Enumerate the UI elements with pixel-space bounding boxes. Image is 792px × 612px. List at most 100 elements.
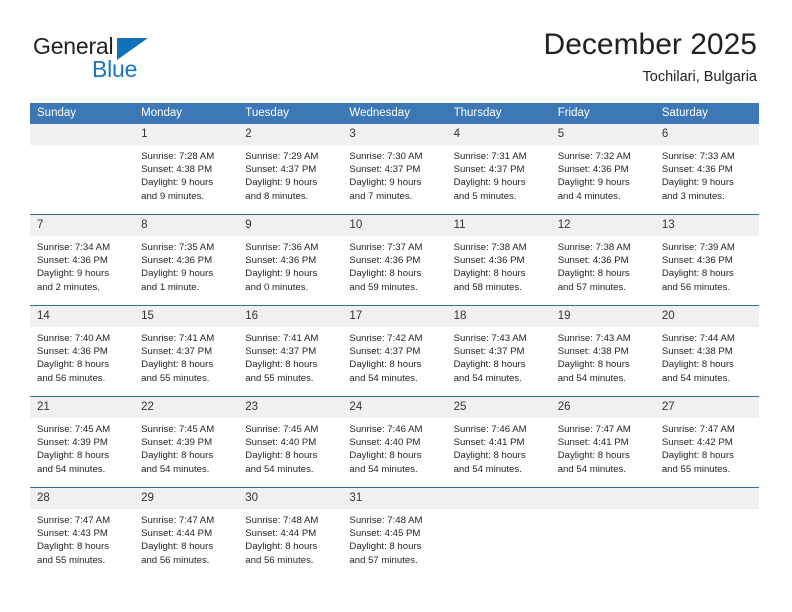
day-cell-body: Sunrise: 7:45 AM Sunset: 4:39 PM Daylight:… [134,418,238,476]
calendar-day-cell[interactable]: 7 Sunrise: 7:34 AM Sunset: 4:36 PM Daylight… [30,214,135,306]
daylight-text-line1: Daylight: 9 hours [661,177,734,189]
calendar-day-cell[interactable]: 17 Sunrise: 7:42 AM Sunset: 4:37 PM Dayligh… [342,305,447,397]
daylight-text-line2: and 54 minutes. [557,372,626,384]
daylight-text-line2: and 54 minutes. [661,372,731,384]
calendar-day-cell[interactable]: 5 Sunrise: 7:32 AM Sunset: 4:36 PM Daylight… [550,124,655,215]
weekday-header-tuesday: Tuesday [238,103,343,124]
day-number: 3 [342,124,447,145]
daylight-text-line2: and 54 minutes. [349,463,418,475]
sunrise-text: Sunrise: 7:41 AM [141,333,215,344]
day-cell-body: Sunrise: 7:47 AM Sunset: 4:44 PM Daylight:… [134,509,238,567]
calendar-day-cell[interactable]: 30 Sunrise: 7:48 AM Sunset: 4:44 PM Dayligh… [238,487,343,578]
day-cell-inner: 20 Sunrise: 7:44 AM Sunset: 4:38 PM Dayligh… [654,306,759,396]
day-cell-inner [550,488,655,578]
sunrise-text: Sunrise: 7:39 AM [661,242,735,253]
sunset-text: Sunset: 4:37 PM [141,346,213,358]
daylight-text-line2: and 54 minutes. [453,372,522,384]
day-cell-inner [446,488,551,578]
calendar-day-cell[interactable]: 10 Sunrise: 7:37 AM Sunset: 4:36 PM Dayligh… [342,214,447,306]
sunset-text: Sunset: 4:36 PM [141,255,213,267]
calendar-day-cell[interactable]: 26 Sunrise: 7:47 AM Sunset: 4:41 PM Dayligh… [550,396,655,488]
calendar-day-cell[interactable]: 31 Sunrise: 7:48 AM Sunset: 4:45 PM Dayligh… [342,487,447,578]
general-blue-logo[interactable]: General Blue [33,33,213,85]
sunset-text: Sunset: 4:37 PM [245,346,317,358]
calendar-day-cell[interactable]: 15 Sunrise: 7:41 AM Sunset: 4:37 PM Dayligh… [134,305,239,397]
sunrise-text: Sunrise: 7:41 AM [245,333,319,344]
calendar-day-cell[interactable]: 2 Sunrise: 7:29 AM Sunset: 4:37 PM Daylight… [238,124,343,215]
day-cell-body: Sunrise: 7:34 AM Sunset: 4:36 PM Daylight:… [30,236,134,294]
calendar-day-cell[interactable]: 25 Sunrise: 7:46 AM Sunset: 4:41 PM Dayligh… [446,396,551,488]
day-number: 16 [238,306,343,327]
daylight-text-line1: Daylight: 8 hours [453,450,526,462]
calendar-day-cell[interactable]: 11 Sunrise: 7:38 AM Sunset: 4:36 PM Dayligh… [446,214,551,306]
sunrise-text: Sunrise: 7:42 AM [349,333,423,344]
day-number: 2 [238,124,343,145]
calendar-day-cell[interactable]: 18 Sunrise: 7:43 AM Sunset: 4:37 PM Dayligh… [446,305,551,397]
calendar-week-row: 7 Sunrise: 7:34 AM Sunset: 4:36 PM Daylight… [30,214,759,306]
day-cell-body: Sunrise: 7:31 AM Sunset: 4:37 PM Daylight:… [447,145,551,203]
day-cell-body: Sunrise: 7:47 AM Sunset: 4:43 PM Daylight:… [30,509,134,567]
sunset-text: Sunset: 4:36 PM [453,255,525,267]
calendar-day-cell[interactable]: 4 Sunrise: 7:31 AM Sunset: 4:37 PM Daylight… [446,124,551,215]
calendar-day-cell[interactable]: 29 Sunrise: 7:47 AM Sunset: 4:44 PM Dayligh… [134,487,239,578]
calendar-day-cell-empty [654,487,759,578]
calendar-day-cell[interactable]: 8 Sunrise: 7:35 AM Sunset: 4:36 PM Daylight… [134,214,239,306]
daylight-text-line2: and 57 minutes. [349,554,418,566]
calendar-day-cell[interactable]: 21 Sunrise: 7:45 AM Sunset: 4:39 PM Dayligh… [30,396,135,488]
day-number: 6 [654,124,759,145]
sunset-text: Sunset: 4:38 PM [661,346,733,358]
calendar-day-cell[interactable]: 13 Sunrise: 7:39 AM Sunset: 4:36 PM Dayligh… [654,214,759,306]
calendar-day-cell[interactable]: 9 Sunrise: 7:36 AM Sunset: 4:36 PM Daylight… [238,214,343,306]
day-cell-inner: 29 Sunrise: 7:47 AM Sunset: 4:44 PM Dayligh… [134,488,239,578]
daylight-text-line2: and 54 minutes. [245,463,314,475]
day-number: 20 [654,306,759,327]
day-cell-inner: 11 Sunrise: 7:38 AM Sunset: 4:36 PM Dayligh… [446,215,551,305]
calendar-day-cell-empty [30,124,135,215]
sunrise-text: Sunrise: 7:46 AM [453,424,527,435]
calendar-day-cell[interactable]: 27 Sunrise: 7:47 AM Sunset: 4:42 PM Dayligh… [654,396,759,488]
day-cell-inner: 26 Sunrise: 7:47 AM Sunset: 4:41 PM Dayligh… [550,397,655,487]
sunrise-text: Sunrise: 7:30 AM [349,151,423,162]
day-number: 9 [238,215,343,236]
weekday-header-friday: Friday [550,103,655,124]
calendar-day-cell[interactable]: 24 Sunrise: 7:46 AM Sunset: 4:40 PM Dayligh… [342,396,447,488]
calendar-day-cell[interactable]: 14 Sunrise: 7:40 AM Sunset: 4:36 PM Dayligh… [30,305,135,397]
daylight-text-line1: Daylight: 8 hours [557,450,630,462]
day-cell-body: Sunrise: 7:48 AM Sunset: 4:45 PM Daylight:… [342,509,446,567]
day-cell-body: Sunrise: 7:41 AM Sunset: 4:37 PM Daylight:… [238,327,342,385]
calendar-day-cell[interactable]: 28 Sunrise: 7:47 AM Sunset: 4:43 PM Dayligh… [30,487,135,578]
sunset-text: Sunset: 4:37 PM [245,164,317,176]
sunset-text: Sunset: 4:36 PM [661,255,733,267]
weekday-header-monday: Monday [134,103,239,124]
calendar-day-cell[interactable]: 20 Sunrise: 7:44 AM Sunset: 4:38 PM Dayligh… [654,305,759,397]
sunset-text: Sunset: 4:36 PM [661,164,733,176]
day-cell-inner: 31 Sunrise: 7:48 AM Sunset: 4:45 PM Dayligh… [342,488,447,578]
sunrise-text: Sunrise: 7:31 AM [453,151,527,162]
calendar-day-cell[interactable]: 3 Sunrise: 7:30 AM Sunset: 4:37 PM Daylight… [342,124,447,215]
day-cell-inner: 10 Sunrise: 7:37 AM Sunset: 4:36 PM Dayligh… [342,215,447,305]
sunset-text: Sunset: 4:36 PM [37,255,108,267]
calendar-day-cell[interactable]: 23 Sunrise: 7:45 AM Sunset: 4:40 PM Dayligh… [238,396,343,488]
day-cell-inner: 13 Sunrise: 7:39 AM Sunset: 4:36 PM Dayligh… [654,215,759,305]
day-cell-inner: 15 Sunrise: 7:41 AM Sunset: 4:37 PM Dayligh… [134,306,239,396]
sunset-text: Sunset: 4:36 PM [245,255,317,267]
sunset-text: Sunset: 4:38 PM [141,164,213,176]
day-number: 19 [550,306,655,327]
calendar-day-cell[interactable]: 1 Sunrise: 7:28 AM Sunset: 4:38 PM Daylight… [134,124,239,215]
day-cell-inner: 30 Sunrise: 7:48 AM Sunset: 4:44 PM Dayligh… [238,488,343,578]
calendar-day-cell[interactable]: 16 Sunrise: 7:41 AM Sunset: 4:37 PM Dayligh… [238,305,343,397]
day-cell-inner: 3 Sunrise: 7:30 AM Sunset: 4:37 PM Daylight… [342,124,447,214]
sunset-text: Sunset: 4:36 PM [349,255,421,267]
sunset-text: Sunset: 4:36 PM [37,346,108,358]
day-cell-body: Sunrise: 7:48 AM Sunset: 4:44 PM Daylight:… [238,509,342,567]
calendar-day-cell[interactable]: 22 Sunrise: 7:45 AM Sunset: 4:39 PM Dayligh… [134,396,239,488]
day-number: 31 [342,488,447,509]
calendar-day-cell[interactable]: 12 Sunrise: 7:38 AM Sunset: 4:36 PM Dayligh… [550,214,655,306]
day-number: 7 [30,215,135,236]
day-cell-body: Sunrise: 7:45 AM Sunset: 4:39 PM Daylight:… [30,418,134,476]
sunrise-text: Sunrise: 7:44 AM [661,333,735,344]
daylight-text-line2: and 0 minutes. [245,281,309,293]
calendar-day-cell[interactable]: 6 Sunrise: 7:33 AM Sunset: 4:36 PM Daylight… [654,124,759,215]
day-number: 1 [134,124,239,145]
calendar-day-cell[interactable]: 19 Sunrise: 7:43 AM Sunset: 4:38 PM Dayligh… [550,305,655,397]
